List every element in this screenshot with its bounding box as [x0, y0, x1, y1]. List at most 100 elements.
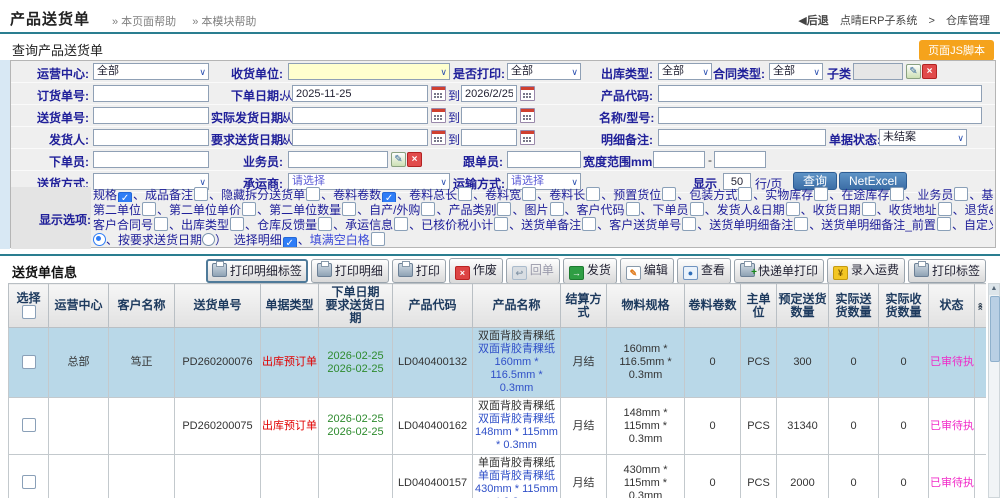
option-checkbox-卷料总长[interactable]: [458, 187, 472, 201]
fill-blank-checkbox[interactable]: [371, 232, 385, 246]
option-checkbox-第二单位[interactable]: [142, 202, 156, 216]
toolbar-button-作废[interactable]: ×作废: [449, 258, 503, 284]
product-link[interactable]: 双面背胶青稞纸148mm * 115mm * 0.3mm: [474, 413, 559, 452]
order-date-from-input[interactable]: [292, 85, 428, 102]
option-checkbox-包装方式[interactable]: [738, 187, 752, 201]
option-checkbox-在途库存[interactable]: [890, 187, 904, 201]
option-checkbox-隐藏拆分送货单[interactable]: [306, 187, 320, 201]
option-checkbox-出库类型[interactable]: [230, 217, 244, 231]
fill-blank-link[interactable]: 填满空白格: [310, 233, 370, 247]
page-help-link[interactable]: » 本页面帮助: [112, 16, 176, 28]
option-checkbox-规格[interactable]: ✓: [118, 192, 132, 202]
option-checkbox-客户代码[interactable]: [626, 202, 640, 216]
module-help-link[interactable]: » 本模块帮助: [192, 16, 256, 28]
outbound-type-select[interactable]: 全部∨: [658, 63, 712, 80]
calendar-icon[interactable]: [520, 108, 535, 123]
scroll-up-icon[interactable]: ▲: [989, 284, 999, 295]
option-checkbox-第二单位单价[interactable]: [242, 202, 256, 216]
breadcrumb-module[interactable]: 仓库管理: [946, 15, 990, 27]
option-checkbox-卷料长[interactable]: [586, 187, 600, 201]
option-checkbox-图片[interactable]: [550, 202, 564, 216]
toolbar-button-打印明细标签[interactable]: 打印明细标签: [206, 259, 308, 283]
table-scrollbar[interactable]: ▲: [988, 283, 1000, 498]
option-checkbox-承运信息[interactable]: [394, 217, 408, 231]
option-checkbox-送货单明细备注[interactable]: [794, 217, 808, 231]
toolbar-button-打印明细[interactable]: 打印明细: [311, 259, 389, 283]
sort-by-order-date-radio[interactable]: [93, 233, 106, 246]
option-checkbox-已核价税小计[interactable]: [494, 217, 508, 231]
follow-clerk-input[interactable]: [507, 151, 581, 168]
product-link[interactable]: 单面背胶青稞纸430mm * 115mm * 0.3mm: [474, 470, 559, 498]
option-checkbox-客户合同号[interactable]: [154, 217, 168, 231]
option-checkbox-卷料卷数[interactable]: ✓: [382, 192, 396, 202]
name-model-input[interactable]: [658, 107, 982, 124]
order-no-input[interactable]: [93, 85, 209, 102]
clear-icon[interactable]: ×: [922, 64, 937, 79]
option-checkbox-送货单明细备注_前置[interactable]: [937, 217, 951, 231]
doc-status-select[interactable]: 未结案∨: [879, 129, 967, 146]
toolbar-button-编辑[interactable]: ✎编辑: [620, 258, 674, 284]
picker-icon[interactable]: ✎: [391, 152, 406, 167]
contract-type-select[interactable]: 全部∨: [769, 63, 823, 80]
option-checkbox-业务员[interactable]: [954, 187, 968, 201]
option-checkbox-仓库反馈量[interactable]: [318, 217, 332, 231]
table-row[interactable]: PD260200075出库预订单2026-02-252026-02-25LD04…: [9, 398, 987, 455]
page-js-script-button[interactable]: 页面JS脚本: [919, 40, 994, 61]
product-link[interactable]: 双面背胶青稞纸160mm * 116.5mm * 0.3mm: [474, 343, 559, 395]
table-row[interactable]: 总部笃正PD260200076出库预订单2026-02-252026-02-25…: [9, 328, 987, 398]
product-code-input[interactable]: [658, 85, 982, 102]
collapse-columns-icon[interactable]: ««: [974, 301, 986, 310]
option-checkbox-产品类别[interactable]: [497, 202, 511, 216]
salesman-input[interactable]: [288, 151, 388, 168]
actual-ship-to-input[interactable]: [461, 107, 517, 124]
required-date-to-input[interactable]: [461, 129, 517, 146]
toolbar-button-打印[interactable]: 打印: [392, 259, 446, 283]
clear-icon[interactable]: ×: [407, 152, 422, 167]
subclass-field[interactable]: [853, 63, 903, 80]
breadcrumb-system[interactable]: 点晴ERP子系统: [840, 15, 918, 27]
picker-icon[interactable]: ✎: [906, 64, 921, 79]
order-date-to-input[interactable]: [461, 85, 517, 102]
option-checkbox-送货单备注[interactable]: [582, 217, 596, 231]
option-checkbox-预置货位[interactable]: [662, 187, 676, 201]
option-checkbox-下单员[interactable]: [690, 202, 704, 216]
toolbar-button-回单[interactable]: ↩回单: [506, 258, 560, 284]
option-checkbox-收货地址[interactable]: [938, 202, 952, 216]
calendar-icon[interactable]: [431, 86, 446, 101]
width-min-input[interactable]: [653, 151, 705, 168]
shipper-input[interactable]: [93, 129, 209, 146]
toolbar-button-查看[interactable]: ●查看: [677, 258, 731, 284]
option-checkbox-成品备注[interactable]: [194, 187, 208, 201]
toolbar-button-发货[interactable]: →发货: [563, 258, 617, 284]
select-detail-checkbox[interactable]: ✓: [283, 237, 297, 247]
calendar-icon[interactable]: [431, 108, 446, 123]
calendar-icon[interactable]: [520, 130, 535, 145]
option-checkbox-实物库存[interactable]: [814, 187, 828, 201]
toolbar-button-打印标签[interactable]: 打印标签: [908, 259, 986, 283]
operation-center-select[interactable]: 全部∨: [93, 63, 209, 80]
back-link[interactable]: ◀后退: [798, 15, 828, 27]
scrollbar-thumb[interactable]: [990, 296, 1000, 362]
toolbar-button-快递单打印[interactable]: 快递单打印: [734, 259, 824, 283]
receiving-unit-select[interactable]: ∨: [288, 63, 450, 80]
option-checkbox-卷料宽[interactable]: [522, 187, 536, 201]
option-checkbox-第二单位数量[interactable]: [342, 202, 356, 216]
is-printed-select[interactable]: 全部∨: [507, 63, 581, 80]
required-date-from-input[interactable]: [292, 129, 428, 146]
option-checkbox-发货人&日期[interactable]: [786, 202, 800, 216]
row-checkbox[interactable]: [22, 418, 36, 432]
calendar-icon[interactable]: [520, 86, 535, 101]
sort-by-required-date-radio[interactable]: [202, 233, 215, 246]
calendar-icon[interactable]: [431, 130, 446, 145]
select-all-checkbox[interactable]: [22, 305, 36, 319]
actual-ship-from-input[interactable]: [292, 107, 428, 124]
row-checkbox[interactable]: [22, 355, 36, 369]
table-row[interactable]: LD040400157单面背胶青稞纸单面背胶青稞纸430mm * 115mm *…: [9, 455, 987, 498]
option-checkbox-自产/外购[interactable]: [421, 202, 435, 216]
order-clerk-input[interactable]: [93, 151, 209, 168]
option-checkbox-收货日期[interactable]: [862, 202, 876, 216]
toolbar-button-录入运费[interactable]: ¥录入运费: [827, 258, 905, 284]
width-max-input[interactable]: [714, 151, 766, 168]
delivery-no-input[interactable]: [93, 107, 209, 124]
option-checkbox-客户送货单号[interactable]: [682, 217, 696, 231]
